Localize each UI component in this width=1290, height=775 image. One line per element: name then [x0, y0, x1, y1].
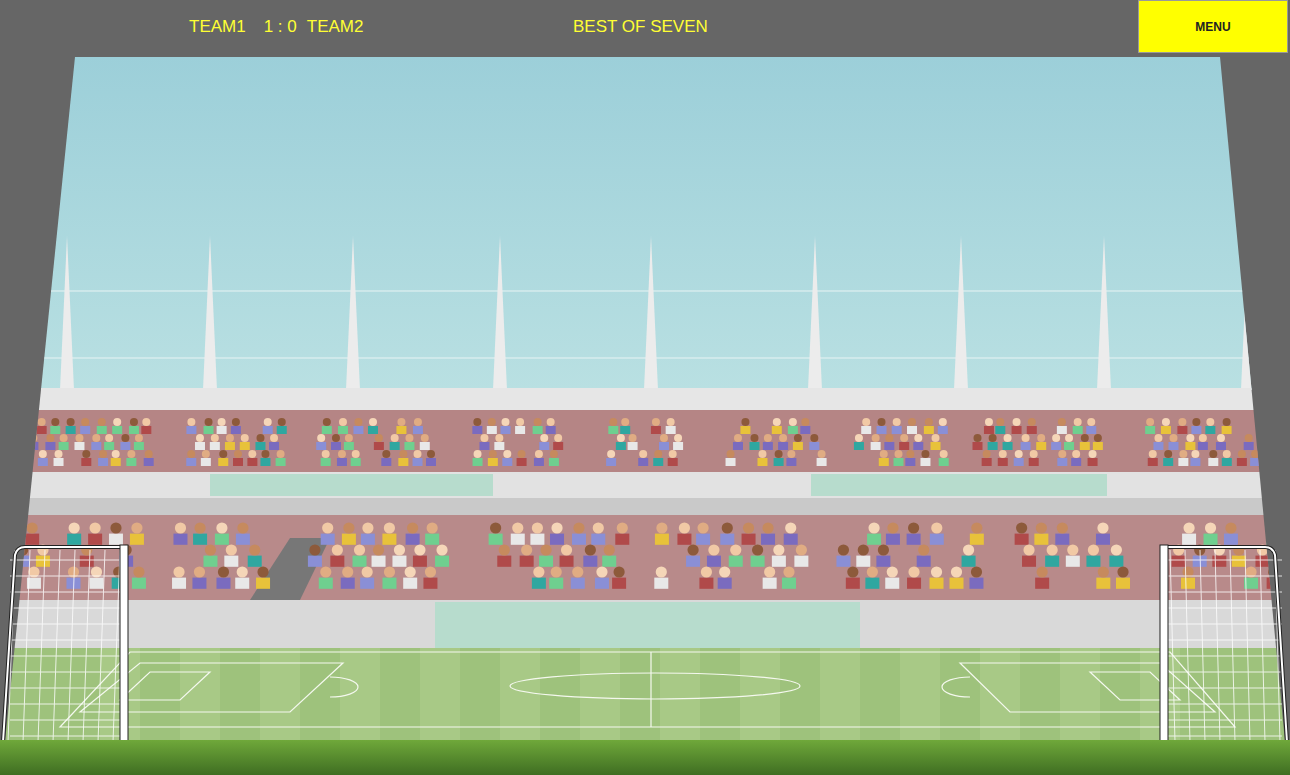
foreground-grass — [0, 740, 1290, 775]
floodlight-pylon — [954, 236, 968, 390]
pitch — [0, 648, 1290, 742]
score-value: 1 : 0 — [264, 17, 297, 37]
lower-stand — [0, 515, 1290, 600]
scoreboard: TEAM1 1 : 0 TEAM2 — [189, 0, 573, 37]
crowd — [7, 418, 1285, 589]
floodlight-pylon — [346, 236, 360, 390]
stadium-scene — [0, 56, 1290, 775]
score-bar: TEAM1 1 : 0 TEAM2 BEST OF SEVEN MENU — [0, 0, 1290, 56]
floodlight-pylon — [1241, 236, 1255, 390]
team2-name: TEAM2 — [307, 17, 364, 37]
floodlight-pylon — [203, 236, 217, 390]
match-mode: BEST OF SEVEN — [573, 0, 708, 37]
right-goal — [1160, 545, 1287, 743]
menu-button[interactable]: MENU — [1138, 0, 1288, 53]
team1-name: TEAM1 — [189, 17, 246, 37]
floodlight-pylon — [644, 236, 658, 390]
sky — [0, 56, 1290, 390]
stand-roof — [0, 388, 1290, 410]
ad-board — [0, 600, 1290, 648]
floodlight-pylon — [493, 236, 507, 390]
left-goal — [3, 545, 128, 743]
floodlight-pylon — [808, 236, 822, 390]
pitch-markings — [60, 652, 1235, 727]
game-screen: TEAM1 1 : 0 TEAM2 BEST OF SEVEN MENU — [0, 0, 1290, 775]
floodlight-pylon — [60, 236, 74, 390]
upper-stand — [0, 410, 1290, 472]
floodlight-pylon — [1097, 236, 1111, 390]
